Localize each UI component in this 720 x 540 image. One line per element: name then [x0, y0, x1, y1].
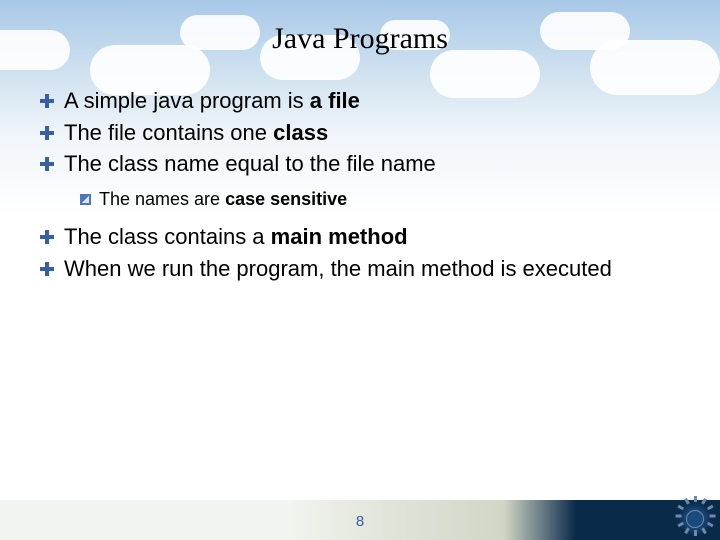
bullet-text: The class name equal to the file name — [64, 149, 436, 179]
institution-logo-icon — [678, 502, 712, 536]
plus-bullet-icon — [40, 126, 54, 140]
sub-list-item: The names are case sensitive — [80, 187, 680, 212]
list-item: The file contains one class — [40, 118, 680, 148]
slide-footer: 8 — [0, 500, 720, 540]
slide-content: A simple java program is a file The file… — [0, 56, 720, 284]
bullet-text: A simple java program is a file — [64, 86, 360, 116]
plus-bullet-icon — [40, 94, 54, 108]
sub-bullet-text: The names are case sensitive — [99, 187, 347, 212]
square-bullet-icon — [80, 194, 91, 205]
sub-list: The names are case sensitive — [40, 187, 680, 212]
list-item: The class name equal to the file name — [40, 149, 680, 179]
list-item: When we run the program, the main method… — [40, 254, 680, 284]
list-item: The class contains a main method — [40, 222, 680, 252]
page-number: 8 — [356, 513, 364, 530]
slide-title: Java Programs — [0, 0, 720, 56]
plus-bullet-icon — [40, 262, 54, 276]
bullet-text: When we run the program, the main method… — [64, 254, 612, 284]
bullet-text: The file contains one class — [64, 118, 328, 148]
list-item: A simple java program is a file — [40, 86, 680, 116]
plus-bullet-icon — [40, 157, 54, 171]
plus-bullet-icon — [40, 230, 54, 244]
bullet-text: The class contains a main method — [64, 222, 408, 252]
